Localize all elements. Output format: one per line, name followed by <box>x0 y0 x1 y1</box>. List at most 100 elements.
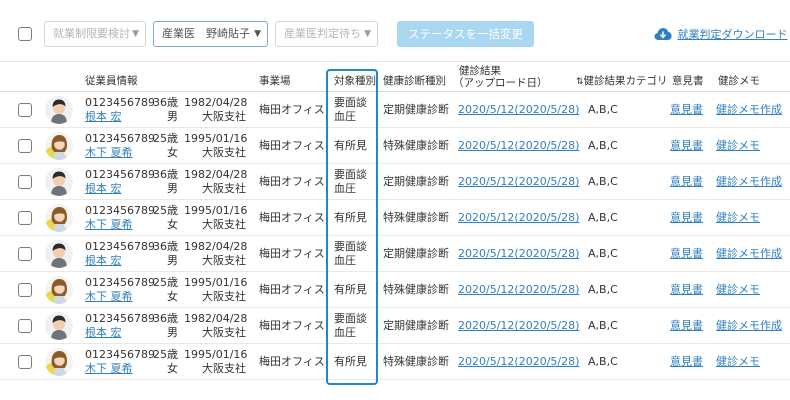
restriction-filter-select[interactable]: 就業制限要検討 ▼ <box>44 21 146 47</box>
exam-result-link[interactable]: 2020/5/12(2020/5/28) <box>458 355 579 368</box>
target-type: 有所見 <box>334 355 367 368</box>
employee-sex: 男 <box>167 110 178 123</box>
employee-age: 25歳 <box>153 348 178 361</box>
employee-id: 0123456789 <box>85 276 155 289</box>
target-subtype: 血圧 <box>334 110 356 123</box>
opinion-link[interactable]: 意見書 <box>670 283 703 296</box>
row-checkbox[interactable] <box>18 175 32 189</box>
avatar <box>45 312 73 340</box>
sort-icon[interactable]: ⇅ <box>576 77 584 87</box>
result-category: A,B,C <box>588 319 618 332</box>
target-subtype: 血圧 <box>334 254 356 267</box>
health-memo-link[interactable]: 健診メモ作成 <box>716 175 782 188</box>
exam-type: 定期健康診断 <box>383 175 449 188</box>
table-row: 0123456789 根本 宏 36歳男 1982/04/28 大阪支社 梅田オフィス 要面… <box>0 236 790 272</box>
judgement-download[interactable]: 就業判定ダウンロード <box>654 26 788 42</box>
row-checkbox[interactable] <box>18 103 32 117</box>
health-memo-link[interactable]: 健診メモ作成 <box>716 247 782 260</box>
status-filter-value: 産業医判定待ち <box>284 27 361 40</box>
opinion-link[interactable]: 意見書 <box>670 247 703 260</box>
health-memo-link[interactable]: 健診メモ作成 <box>716 103 782 116</box>
health-memo-link[interactable]: 健診メモ <box>716 283 760 296</box>
column-header-category[interactable]: ⇅健診結果カテゴリ <box>576 75 668 89</box>
employee-name-link[interactable]: 根本 宏 <box>85 110 122 123</box>
employee-id: 0123456789 <box>85 240 155 253</box>
column-header-exam-type: 健康診断種別 <box>383 75 446 87</box>
exam-type: 特殊健康診断 <box>383 283 449 296</box>
target-type: 有所見 <box>334 211 367 224</box>
employee-name-link[interactable]: 根本 宏 <box>85 182 122 195</box>
employee-id: 0123456789 <box>85 312 155 325</box>
employee-name-link[interactable]: 根本 宏 <box>85 326 122 339</box>
employee-sex: 女 <box>167 218 178 231</box>
avatar <box>45 96 73 124</box>
office-name: 梅田オフィス <box>259 319 325 332</box>
avatar <box>45 204 73 232</box>
exam-result-link[interactable]: 2020/5/12(2020/5/28) <box>458 283 579 296</box>
employee-name-link[interactable]: 木下 夏希 <box>85 362 133 375</box>
employee-branch: 大阪支社 <box>202 254 246 267</box>
avatar <box>45 276 73 304</box>
opinion-link[interactable]: 意見書 <box>670 319 703 332</box>
target-type: 要面談 <box>334 96 367 109</box>
chevron-down-icon: ▼ <box>254 29 261 39</box>
opinion-link[interactable]: 意見書 <box>670 211 703 224</box>
exam-result-link[interactable]: 2020/5/12(2020/5/28) <box>458 319 579 332</box>
employee-name-link[interactable]: 根本 宏 <box>85 254 122 267</box>
table-row: 0123456789 木下 夏希 25歳女 1995/01/16 大阪支社 梅田オフィス有… <box>0 128 790 164</box>
status-filter-select[interactable]: 産業医判定待ち ▼ <box>275 21 378 47</box>
table-row: 0123456789 根本 宏 36歳男 1982/04/28 大阪支社 梅田オフィス 要面… <box>0 164 790 200</box>
target-type: 要面談 <box>334 168 367 181</box>
select-all-checkbox[interactable] <box>18 27 32 41</box>
result-category: A,B,C <box>588 283 618 296</box>
opinion-link[interactable]: 意見書 <box>670 103 703 116</box>
exam-result-link[interactable]: 2020/5/12(2020/5/28) <box>458 247 579 260</box>
employee-age: 36歳 <box>153 168 178 181</box>
employee-name-link[interactable]: 木下 夏希 <box>85 146 133 159</box>
row-checkbox[interactable] <box>18 355 32 369</box>
exam-result-link[interactable]: 2020/5/12(2020/5/28) <box>458 211 579 224</box>
row-checkbox[interactable] <box>18 319 32 333</box>
employee-branch: 大阪支社 <box>202 110 246 123</box>
exam-type: 特殊健康診断 <box>383 139 449 152</box>
employee-birthdate: 1982/04/28 <box>184 168 248 181</box>
opinion-link[interactable]: 意見書 <box>670 355 703 368</box>
employee-name-link[interactable]: 木下 夏希 <box>85 218 133 231</box>
row-checkbox[interactable] <box>18 283 32 297</box>
chevron-down-icon: ▼ <box>364 29 371 39</box>
employee-branch: 大阪支社 <box>202 326 246 339</box>
result-category: A,B,C <box>588 355 618 368</box>
row-checkbox[interactable] <box>18 211 32 225</box>
employee-id: 0123456789 <box>85 348 155 361</box>
chevron-down-icon: ▼ <box>132 29 139 39</box>
opinion-link[interactable]: 意見書 <box>670 175 703 188</box>
health-memo-link[interactable]: 健診メモ作成 <box>716 319 782 332</box>
employee-sex: 男 <box>167 326 178 339</box>
employee-sex: 女 <box>167 146 178 159</box>
employee-age: 36歳 <box>153 312 178 325</box>
bulk-status-change-button[interactable]: ステータスを一括変更 <box>397 21 534 47</box>
employee-branch: 大阪支社 <box>202 146 246 159</box>
exam-type: 特殊健康診断 <box>383 211 449 224</box>
employee-age: 36歳 <box>153 96 178 109</box>
office-name: 梅田オフィス <box>259 211 325 224</box>
exam-result-link[interactable]: 2020/5/12(2020/5/28) <box>458 139 579 152</box>
employee-id: 0123456789 <box>85 204 155 217</box>
health-memo-link[interactable]: 健診メモ <box>716 139 760 152</box>
row-checkbox[interactable] <box>18 247 32 261</box>
row-checkbox[interactable] <box>18 139 32 153</box>
doctor-filter-select[interactable]: 産業医 野崎貼子 ▼ <box>153 21 268 47</box>
health-memo-link[interactable]: 健診メモ <box>716 211 760 224</box>
office-name: 梅田オフィス <box>259 283 325 296</box>
office-name: 梅田オフィス <box>259 103 325 116</box>
exam-result-link[interactable]: 2020/5/12(2020/5/28) <box>458 175 579 188</box>
opinion-link[interactable]: 意見書 <box>670 139 703 152</box>
result-category: A,B,C <box>588 175 618 188</box>
employee-name-link[interactable]: 木下 夏希 <box>85 290 133 303</box>
column-header-employee: 従業員情報 <box>85 75 138 87</box>
download-link[interactable]: 就業判定ダウンロード <box>678 28 788 41</box>
exam-result-link[interactable]: 2020/5/12(2020/5/28) <box>458 103 579 116</box>
cloud-download-icon <box>654 28 672 40</box>
health-memo-link[interactable]: 健診メモ <box>716 355 760 368</box>
column-header-memo: 健診メモ <box>718 75 760 87</box>
